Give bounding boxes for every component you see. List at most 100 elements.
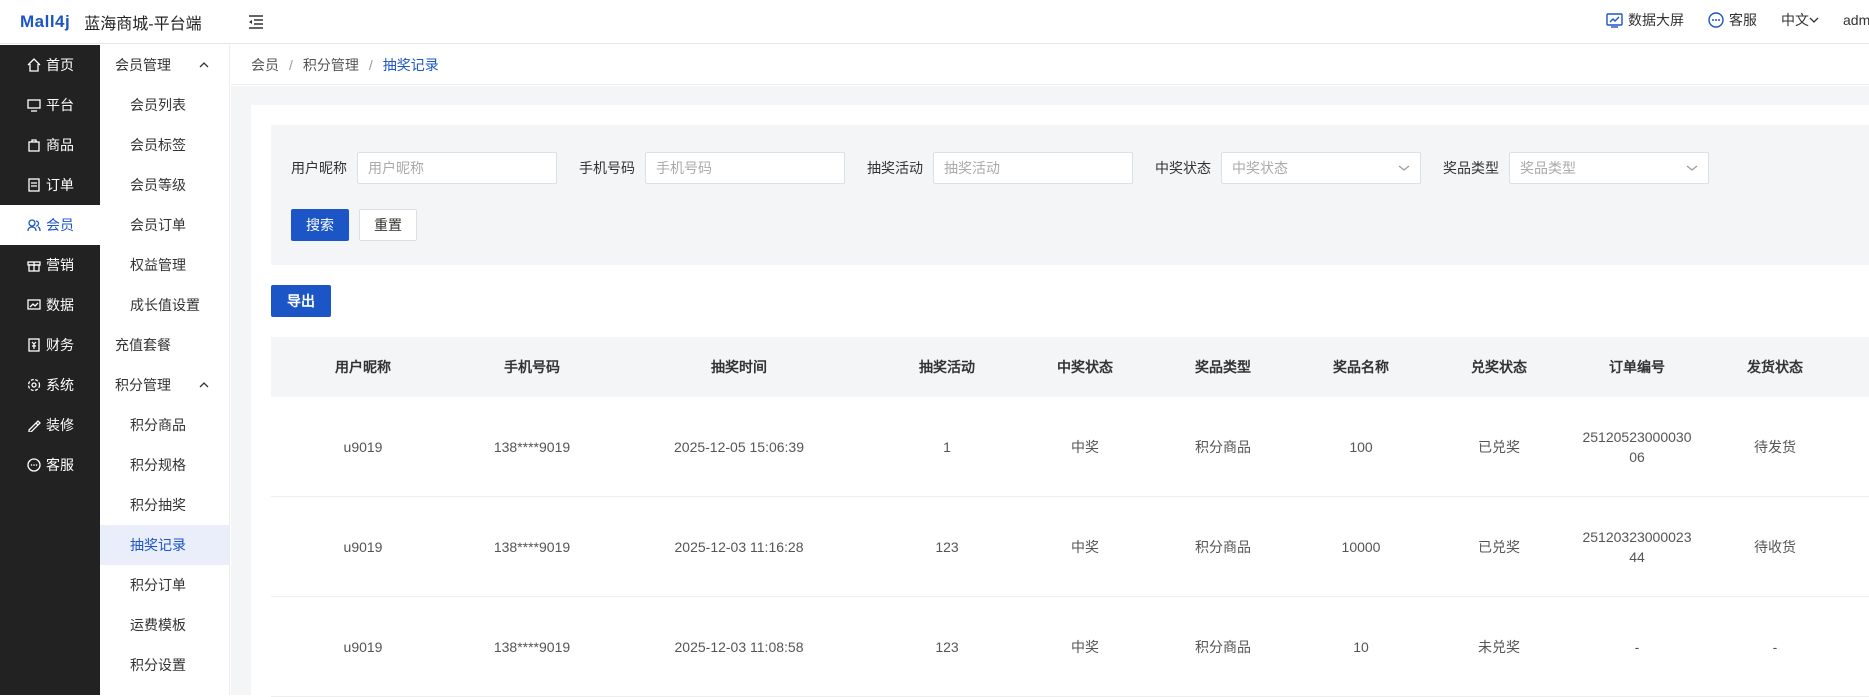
- nav-finance[interactable]: 财务: [0, 325, 100, 365]
- table-row: u9019 138****9019 2025-12-05 15:06:39 1 …: [271, 397, 1869, 497]
- menu-member-list[interactable]: 会员列表: [100, 85, 229, 125]
- cell-prize-name: 100: [1349, 438, 1373, 455]
- cell-prize-type: 积分商品: [1195, 538, 1251, 555]
- order-no-text: -: [1634, 638, 1640, 655]
- nav-products[interactable]: 商品: [0, 125, 100, 165]
- nav-orders-label: 订单: [46, 177, 74, 193]
- table-row: u9019 138****9019 2025-12-03 11:08:58 12…: [271, 597, 1869, 697]
- service-icon: [1708, 12, 1724, 28]
- breadcrumb-separator: /: [368, 56, 373, 73]
- user-menu[interactable]: admin: [1843, 12, 1869, 28]
- menu-rights[interactable]: 权益管理: [100, 245, 229, 285]
- cell-order-no: 2512052300003006: [1577, 427, 1697, 467]
- menu-member-orders[interactable]: 会员订单: [100, 205, 229, 245]
- nav-products-label: 商品: [46, 137, 74, 153]
- menu-lottery-records[interactable]: 抽奖记录: [100, 525, 229, 565]
- cell-redeem-status: 未兑奖: [1478, 638, 1520, 655]
- prize-type-placeholder: 奖品类型: [1520, 160, 1576, 176]
- submenu-points-management[interactable]: 积分管理: [100, 365, 229, 405]
- cell-nickname: u9019: [343, 438, 383, 455]
- order-no-text: 2512052300003006: [1582, 428, 1692, 465]
- search-panel: 用户昵称 用户昵称 手机号码 手机号码 抽奖活动 抽奖活动 中奖状态 中奖状态 …: [271, 125, 1869, 265]
- nav-finance-label: 财务: [46, 337, 74, 353]
- logo[interactable]: Mall4j 蓝海商城-平台端: [20, 10, 202, 34]
- finance-icon: [28, 338, 40, 352]
- win-status-select[interactable]: 中奖状态: [1221, 152, 1421, 184]
- nav-members[interactable]: 会员: [0, 205, 100, 245]
- menu-recharge-packages[interactable]: 充值套餐: [100, 325, 229, 365]
- col-nickname: 用户昵称: [335, 359, 391, 375]
- app-title: 蓝海商城-平台端: [84, 15, 202, 33]
- nav-data-label: 数据: [46, 297, 74, 313]
- cell-activity: 123: [935, 638, 959, 655]
- data-screen-button[interactable]: 数据大屏: [1606, 10, 1684, 30]
- submenu-points-management-label: 积分管理: [115, 377, 171, 393]
- activity-input[interactable]: 抽奖活动: [933, 152, 1133, 184]
- header-actions: 数据大屏 客服 中文 admin: [1606, 0, 1869, 40]
- service-label: 客服: [1729, 12, 1757, 28]
- col-win-status: 中奖状态: [1057, 359, 1113, 375]
- phone-input[interactable]: 手机号码: [645, 152, 845, 184]
- nav-home[interactable]: 首页: [0, 45, 100, 85]
- chevron-up-icon: [199, 62, 209, 68]
- chat-icon: [27, 458, 41, 472]
- export-button[interactable]: 导出: [271, 285, 331, 317]
- menu-points-lottery[interactable]: 积分抽奖: [100, 485, 229, 525]
- cell-prize-name: 10000: [1341, 538, 1381, 555]
- breadcrumb-members[interactable]: 会员: [251, 55, 279, 75]
- cell-nickname: u9019: [343, 538, 383, 555]
- prize-type-select[interactable]: 奖品类型: [1509, 152, 1709, 184]
- menu-member-tags[interactable]: 会员标签: [100, 125, 229, 165]
- win-status-placeholder: 中奖状态: [1232, 160, 1288, 176]
- nav-data[interactable]: 数据: [0, 285, 100, 325]
- nickname-label: 用户昵称: [291, 160, 347, 176]
- cell-order-no: 2512032300002344: [1577, 527, 1697, 567]
- col-ship-status: 发货状态: [1747, 359, 1803, 375]
- top-header: Mall4j 蓝海商城-平台端 数据大屏 客服 中文 admin: [0, 0, 1869, 44]
- menu-fold-icon[interactable]: [248, 13, 266, 31]
- col-redeem-status: 兑奖状态: [1471, 359, 1527, 375]
- search-button[interactable]: 搜索: [291, 209, 349, 241]
- nav-orders[interactable]: 订单: [0, 165, 100, 205]
- menu-shipping-templates[interactable]: 运费模板: [100, 605, 229, 645]
- order-no-text: 2512032300002344: [1582, 528, 1692, 565]
- dashboard-icon: [1606, 12, 1623, 28]
- activity-label: 抽奖活动: [867, 160, 923, 176]
- nav-members-label: 会员: [46, 217, 74, 233]
- nickname-input[interactable]: 用户昵称: [357, 152, 557, 184]
- cell-nickname: u9019: [343, 638, 383, 655]
- menu-points-settings[interactable]: 积分设置: [100, 645, 229, 685]
- chart-icon: [27, 299, 41, 310]
- cell-redeem-status: 已兑奖: [1478, 438, 1520, 455]
- col-prize-type: 奖品类型: [1195, 359, 1251, 375]
- nav-platform[interactable]: 平台: [0, 85, 100, 125]
- menu-points-products[interactable]: 积分商品: [100, 405, 229, 445]
- nav-decorate[interactable]: 装修: [0, 405, 100, 445]
- cell-order-no: -: [1577, 637, 1697, 657]
- service-button[interactable]: 客服: [1708, 10, 1757, 30]
- table-header: 用户昵称 手机号码 抽奖时间 抽奖活动 中奖状态 奖品类型 奖品名称 兑奖状态 …: [271, 337, 1869, 397]
- breadcrumb: 会员 / 积分管理 / 抽奖记录: [231, 45, 1869, 85]
- submenu-member-management[interactable]: 会员管理: [100, 45, 229, 85]
- nav-system[interactable]: 系统: [0, 365, 100, 405]
- menu-points-specs[interactable]: 积分规格: [100, 445, 229, 485]
- nav-marketing[interactable]: 营销: [0, 245, 100, 285]
- chevron-down-icon: [1809, 17, 1819, 23]
- nav-service[interactable]: 客服: [0, 445, 100, 485]
- nav-marketing-label: 营销: [46, 257, 74, 273]
- logo-mark: Mall4j: [20, 11, 71, 31]
- nav-home-label: 首页: [46, 57, 74, 73]
- menu-points-orders[interactable]: 积分订单: [100, 565, 229, 605]
- menu-growth-settings[interactable]: 成长值设置: [100, 285, 229, 325]
- col-prize-name: 奖品名称: [1333, 359, 1389, 375]
- cell-phone: 138****9019: [493, 538, 571, 555]
- phone-label: 手机号码: [579, 160, 635, 176]
- col-lottery-time: 抽奖时间: [711, 359, 767, 375]
- language-select[interactable]: 中文: [1781, 10, 1819, 30]
- reset-button[interactable]: 重置: [359, 209, 417, 241]
- gear-icon: [27, 378, 41, 392]
- menu-member-levels[interactable]: 会员等级: [100, 165, 229, 205]
- cell-win-status: 中奖: [1071, 638, 1099, 655]
- cell-phone: 138****9019: [493, 638, 571, 655]
- breadcrumb-points[interactable]: 积分管理: [303, 55, 359, 75]
